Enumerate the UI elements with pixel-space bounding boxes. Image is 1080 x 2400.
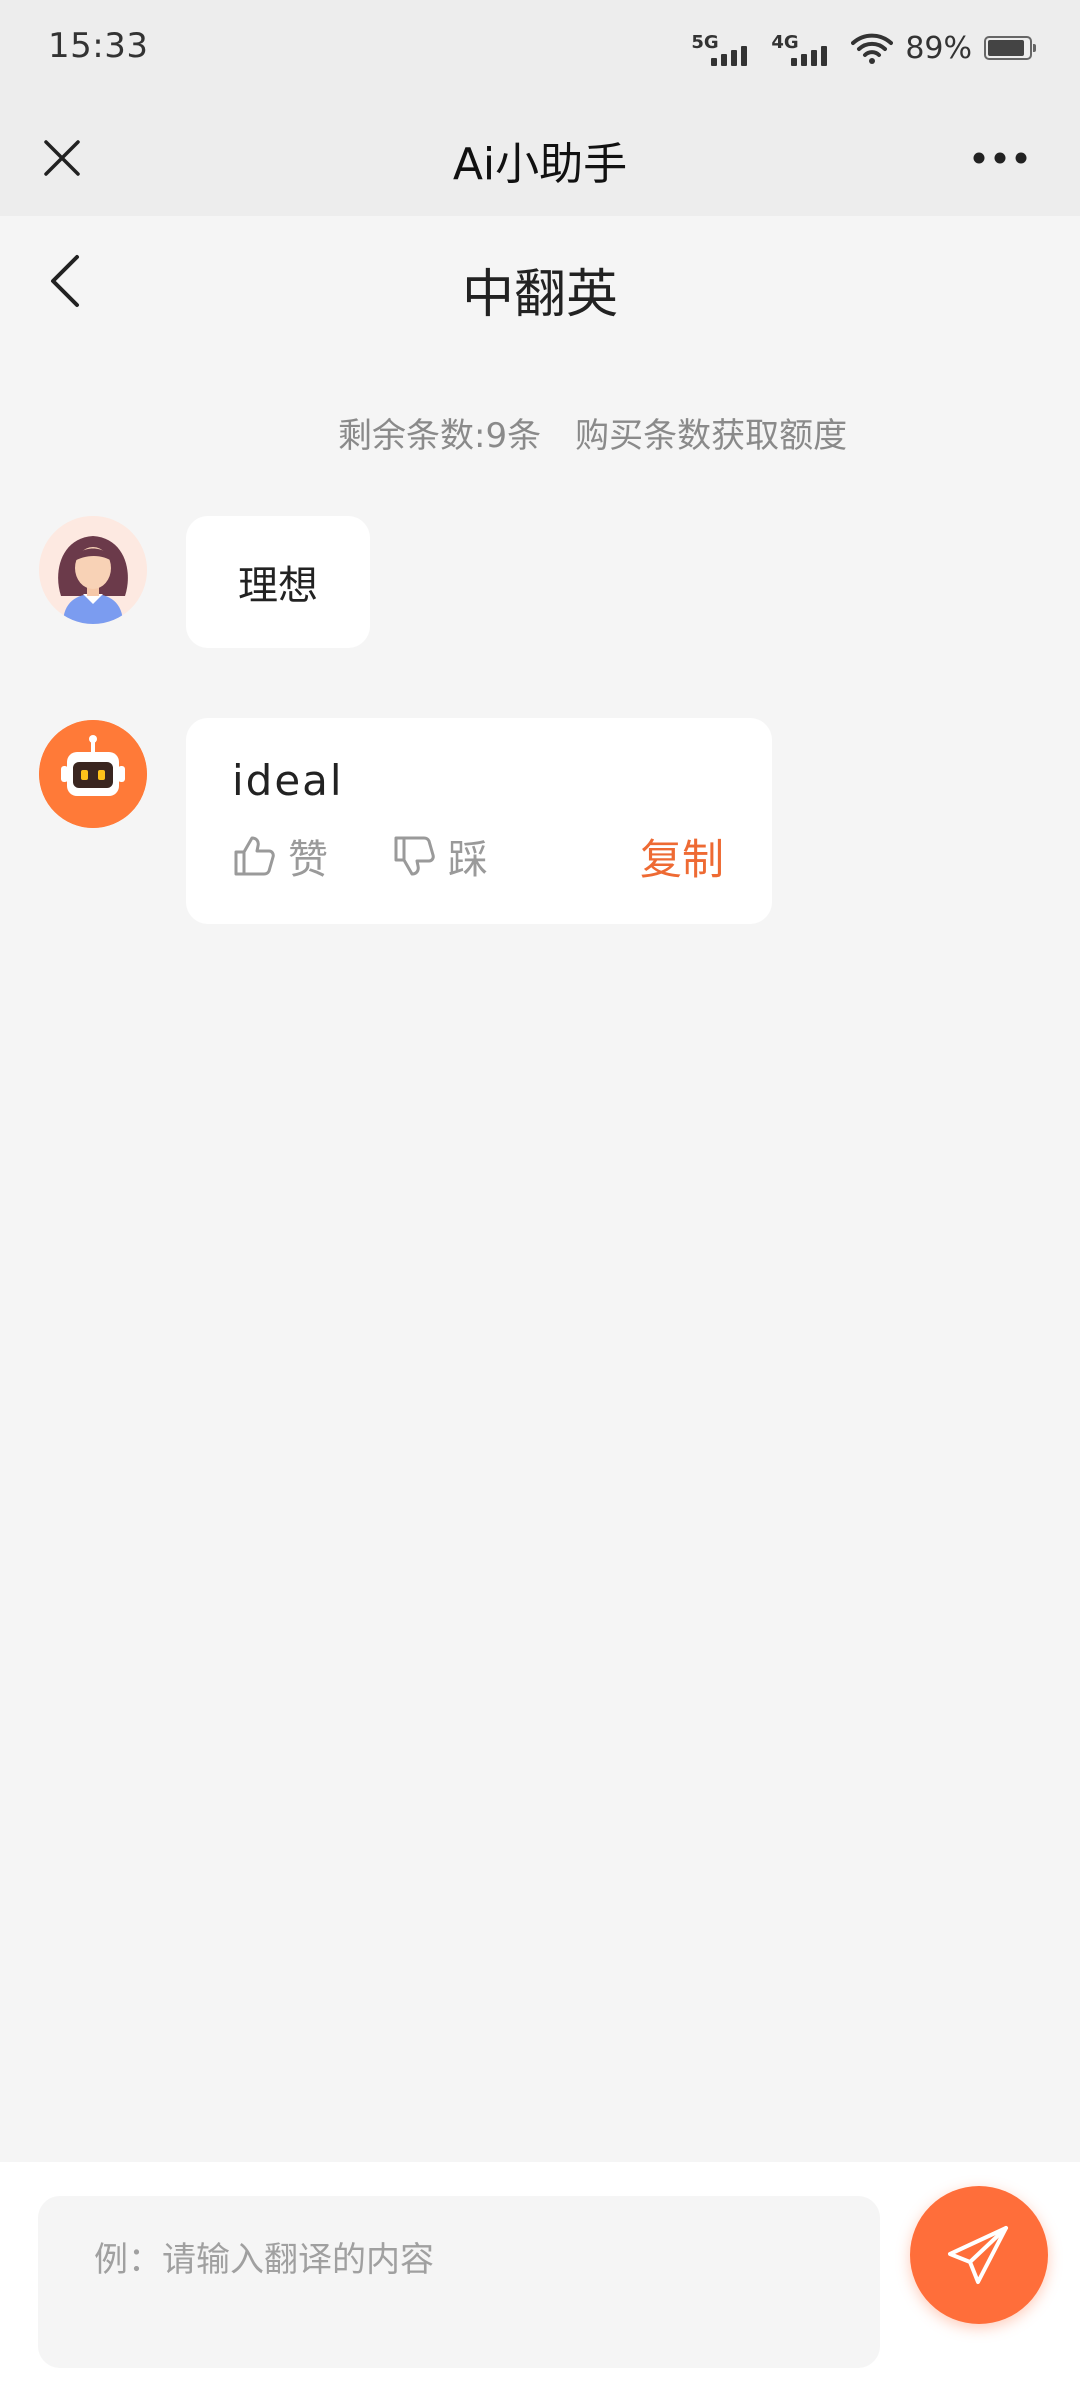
robot-avatar-icon	[39, 720, 147, 828]
signal-5g-icon: 5G	[691, 26, 759, 70]
page-nav: 中翻英	[0, 216, 1080, 346]
user-message-bubble: 理想	[186, 516, 370, 648]
user-message-text: 理想	[238, 563, 318, 609]
assistant-message-bubble: ideal 赞 踩 复制	[186, 718, 772, 924]
quota-line: 剩余条数:9条 购买条数获取额度	[338, 408, 847, 457]
user-avatar	[39, 516, 147, 624]
thumbs-down-icon	[394, 836, 435, 876]
app-title: Ai小助手	[452, 139, 628, 190]
copy-button[interactable]: 复制	[640, 826, 724, 886]
remaining-count: 剩余条数:9条	[338, 416, 542, 456]
like-button[interactable]: 赞	[230, 826, 328, 886]
robot-avatar	[39, 720, 147, 828]
user-avatar-icon	[39, 516, 147, 624]
input-bar: 例：请输入翻译的内容	[0, 2162, 1080, 2400]
battery-percent: 89%	[905, 30, 972, 66]
message-actions: 赞 踩 复制	[230, 826, 724, 886]
dislike-label: 踩	[448, 837, 488, 883]
dislike-button[interactable]: 踩	[390, 826, 488, 886]
battery-icon	[984, 36, 1036, 60]
send-icon	[948, 2226, 1008, 2284]
status-icons: 5G 4G 89%	[691, 26, 1036, 70]
send-button[interactable]	[910, 2186, 1048, 2324]
more-button[interactable]	[960, 126, 1040, 190]
thumbs-up-icon	[234, 836, 275, 876]
wifi-icon	[851, 33, 894, 64]
app-header: Ai小助手	[0, 100, 1080, 216]
more-icon	[973, 152, 1027, 164]
page-title: 中翻英	[461, 265, 618, 325]
input-placeholder: 例：请输入翻译的内容	[94, 2240, 434, 2280]
like-label: 赞	[288, 837, 328, 883]
status-time: 15:33	[48, 26, 149, 66]
status-bar: 15:33 5G 4G 89%	[0, 0, 1080, 100]
translation-input[interactable]: 例：请输入翻译的内容	[38, 2196, 880, 2368]
buy-quota-link[interactable]: 购买条数获取额度	[575, 416, 847, 456]
assistant-message-text: ideal	[232, 756, 344, 805]
signal-4g-icon: 4G	[771, 26, 839, 70]
